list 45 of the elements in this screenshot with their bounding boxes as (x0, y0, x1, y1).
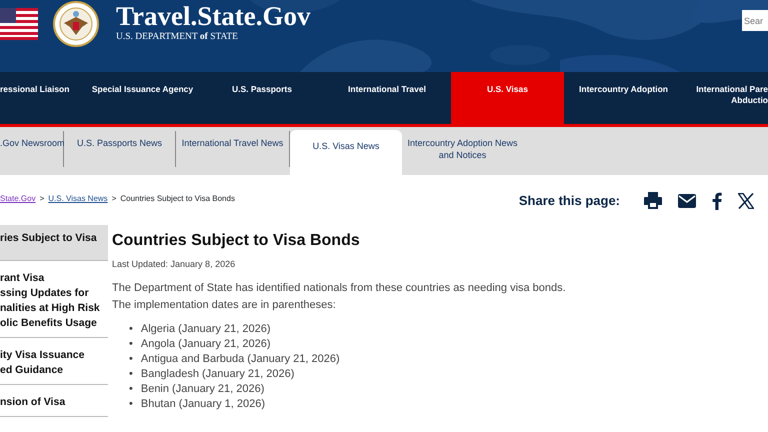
sidebar-item[interactable]: nsion of Visa (0, 385, 108, 417)
country-item: Benin (January 21, 2026) (140, 382, 264, 397)
news-tab[interactable]: U.S. Passports News (64, 131, 176, 167)
nav-item[interactable]: Special Issuance Agency (84, 72, 201, 124)
flag-icon (0, 8, 38, 40)
sidebar-item[interactable]: ries Subject to Visa (0, 225, 108, 261)
bullet-marker: • (129, 366, 133, 382)
nav-item[interactable]: ressional Liaison (0, 72, 84, 124)
bullet-marker: • (129, 396, 133, 412)
sidebar-item[interactable]: ity Visa Issuance ed Guidance (0, 338, 108, 385)
country-item: Angola (January 21, 2026) (140, 336, 271, 352)
breadcrumb-link[interactable]: U.S. Visas News (48, 193, 108, 205)
country-item: Antigua and Barbuda (January 21, 2026) (140, 352, 340, 367)
bullet-marker: • (129, 322, 133, 337)
country-item: Bangladesh (January 21, 2026) (140, 366, 294, 382)
x-icon[interactable] (738, 192, 754, 209)
nav-item[interactable]: U.S. Visas (451, 72, 564, 124)
facebook-icon[interactable] (712, 192, 722, 210)
page-title: Countries Subject to Visa Bonds (112, 231, 361, 250)
news-tab[interactable]: U.S. Visas News (290, 130, 402, 178)
last-updated: Last Updated: January 8, 2026 (112, 258, 236, 272)
country-item: Bhutan (January 1, 2026) (140, 396, 265, 412)
news-tab[interactable]: .Gov Newsroom (0, 131, 64, 167)
breadcrumb-separator: > (112, 193, 116, 205)
email-icon[interactable] (678, 194, 696, 208)
site-subtitle: U.S. DEPARTMENT of STATE (116, 31, 239, 44)
seal-icon (52, 1, 100, 47)
bullet-marker: • (129, 352, 133, 367)
news-tab[interactable]: Intercountry Adoption News and Notices (402, 131, 523, 167)
bullet-marker: • (129, 382, 133, 397)
breadcrumb-separator: > (40, 193, 44, 205)
country-item: Algeria (January 21, 2026) (140, 322, 270, 337)
intro-paragraph: The Department of State has identified nationals from these countries as needing visa bonds. The implementation dates are in parentheses: (112, 280, 567, 313)
bullet-marker: • (129, 336, 133, 352)
breadcrumb-current: Countries Subject to Visa Bonds (120, 193, 235, 205)
nav-item[interactable]: Intercountry Adoption (564, 72, 683, 124)
breadcrumb-link[interactable]: State.Gov (0, 193, 36, 205)
search-field[interactable]: Sear (742, 10, 768, 31)
site-title: Travel.State.Gov (116, 3, 310, 30)
nav-item[interactable]: International Travel (323, 72, 451, 124)
print-icon[interactable] (644, 192, 662, 210)
nav-item[interactable]: U.S. Passports (201, 72, 323, 124)
sidebar-item[interactable]: rant Visa ssing Updates for nalities at High Risk olic Benefits Usage (0, 261, 108, 338)
nav-item[interactable]: International Pare Abductio (683, 72, 768, 124)
share-label: Share this page: (518, 192, 620, 210)
